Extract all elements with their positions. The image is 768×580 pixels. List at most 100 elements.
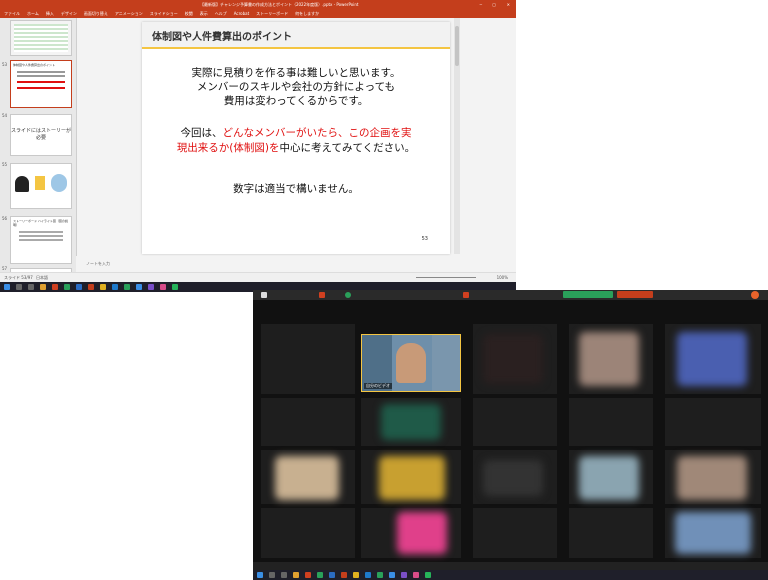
line-icon[interactable] xyxy=(425,572,431,578)
ribbon-tab[interactable]: スライドショー xyxy=(150,9,178,18)
line-icon[interactable] xyxy=(172,284,178,290)
app-icon[interactable] xyxy=(124,284,130,290)
participant-tile[interactable] xyxy=(569,508,653,558)
notes-pane[interactable]: ノートを入力 xyxy=(76,256,516,272)
folder-icon[interactable] xyxy=(293,572,299,578)
ribbon-tab[interactable]: ストーリーボード xyxy=(256,9,288,18)
powerpoint-icon[interactable] xyxy=(88,284,94,290)
participant-tile[interactable] xyxy=(473,324,557,394)
line4-prefix: 今回は、 xyxy=(180,127,223,139)
participant-tile[interactable] xyxy=(569,450,653,504)
participant-tile[interactable] xyxy=(473,450,557,504)
slide-canvas[interactable]: 体制図や人件費算出のポイント 実際に見積りを作る事は難しいと思います。 メンバー… xyxy=(142,22,450,254)
app-icon[interactable] xyxy=(148,284,154,290)
participant-tile[interactable] xyxy=(361,508,461,558)
thumbnail-53[interactable]: 体制図や人件費算出のポイント xyxy=(10,60,72,108)
task-view-icon[interactable] xyxy=(28,284,34,290)
windows-start-icon[interactable] xyxy=(257,572,263,578)
app-icon[interactable] xyxy=(377,572,383,578)
participant-tile[interactable] xyxy=(261,398,355,446)
app-icon[interactable] xyxy=(413,572,419,578)
page-number: 53 xyxy=(421,236,428,242)
ribbon-tab[interactable]: 何をしますか xyxy=(295,9,319,18)
ribbon-tabs: ファイル ホーム 挿入 デザイン 画面切り替え アニメーション スライドショー 校閲 表示 ヘルプ… xyxy=(0,9,516,18)
ribbon-tab[interactable]: 校閲 xyxy=(185,9,193,18)
chrome-icon[interactable] xyxy=(345,292,351,298)
ribbon-tab[interactable]: 挿入 xyxy=(46,9,54,18)
windows-start-icon[interactable] xyxy=(4,284,10,290)
participant-tile[interactable] xyxy=(569,324,653,394)
ribbon-tab[interactable]: ファイル xyxy=(4,9,20,18)
ribbon-tab[interactable]: 画面切り替え xyxy=(84,9,108,18)
ribbon-tab[interactable]: 表示 xyxy=(200,9,208,18)
minimize-icon[interactable]: ─ xyxy=(480,0,482,9)
thumbnail-text: 体制図や人件費算出のポイント xyxy=(13,63,56,67)
participant-tile[interactable] xyxy=(261,324,355,394)
slide-thumbnails-pane[interactable]: 53 体制図や人件費算出のポイント 54 スライドにはストーリーが必要 55 5… xyxy=(0,18,77,276)
search-icon[interactable] xyxy=(269,572,275,578)
participant-tile[interactable] xyxy=(665,450,761,504)
participant-tile[interactable] xyxy=(569,398,653,446)
thumbnail-52[interactable] xyxy=(10,20,72,56)
participant-tile[interactable] xyxy=(473,398,557,446)
gallery-view: 自分のビデオ xyxy=(253,300,768,562)
participant-tile[interactable] xyxy=(665,398,761,446)
line5-suffix: 中心に考えてみてください。 xyxy=(279,142,416,154)
close-icon[interactable]: ✕ xyxy=(507,0,510,9)
app-icon[interactable] xyxy=(261,292,267,298)
app-icon[interactable] xyxy=(52,284,58,290)
folder-icon[interactable] xyxy=(40,284,46,290)
ribbon-tab[interactable]: デザイン xyxy=(61,9,77,18)
app-icon[interactable] xyxy=(136,284,142,290)
app-icon[interactable] xyxy=(160,284,166,290)
participant-tile[interactable] xyxy=(361,450,461,504)
slide-title-bar: 体制図や人件費算出のポイント xyxy=(142,22,450,49)
ribbon-tab[interactable]: ホーム xyxy=(27,9,39,18)
app-icon[interactable] xyxy=(76,284,82,290)
task-view-icon[interactable] xyxy=(281,572,287,578)
self-video-tile[interactable]: 自分のビデオ xyxy=(361,334,461,392)
app-icon[interactable] xyxy=(305,572,311,578)
slide-line-5: 現出来るか(体制図)を中心に考えてみてください。 xyxy=(142,141,450,155)
search-icon[interactable] xyxy=(16,284,22,290)
ribbon-tab[interactable]: アニメーション xyxy=(115,9,143,18)
thumbnail-54[interactable]: スライドにはストーリーが必要 xyxy=(10,114,72,156)
thumbnail-56[interactable]: ストーリーボード ハイライト図（図の説明） xyxy=(10,216,72,264)
participant-tile[interactable] xyxy=(261,450,355,504)
thumbnail-number: 56 xyxy=(2,216,8,221)
participant-tile[interactable] xyxy=(665,324,761,394)
sharing-status-badge[interactable] xyxy=(563,291,613,298)
zoom-icon[interactable] xyxy=(389,572,395,578)
maximize-icon[interactable]: ▢ xyxy=(492,0,496,9)
powerpoint-window: 【最新版】チャレンジ予算書の作成方法とポイント（2022年度版）.pptx - … xyxy=(0,0,516,282)
zoom-slider[interactable] xyxy=(416,277,476,278)
thumbnail-55[interactable] xyxy=(10,163,72,209)
thumbnail-text: ストーリーボード ハイライト図（図の説明） xyxy=(13,219,68,227)
ribbon-tab[interactable]: Acrobat xyxy=(234,9,249,18)
vertical-scrollbar[interactable] xyxy=(454,18,460,254)
avatar[interactable] xyxy=(751,291,759,299)
app-icon[interactable] xyxy=(100,284,106,290)
app-icon[interactable] xyxy=(329,572,335,578)
ribbon-tab[interactable]: ヘルプ xyxy=(215,9,227,18)
app-icon[interactable] xyxy=(353,572,359,578)
app-icon[interactable] xyxy=(317,572,323,578)
app-icon[interactable] xyxy=(64,284,70,290)
video-background xyxy=(432,335,460,391)
recording-badge[interactable] xyxy=(617,291,653,298)
participant-tile[interactable] xyxy=(261,508,355,558)
app-icon[interactable] xyxy=(112,284,118,290)
pdf-icon[interactable] xyxy=(463,292,469,298)
window-title: 【最新版】チャレンジ予算書の作成方法とポイント（2022年度版）.pptx - … xyxy=(200,2,359,7)
powerpoint-icon[interactable] xyxy=(341,572,347,578)
pdf-icon[interactable] xyxy=(319,292,325,298)
participant-tile[interactable] xyxy=(665,508,761,558)
app-icon[interactable] xyxy=(401,572,407,578)
line5-red: 現出来るか(体制図)を xyxy=(176,142,280,154)
app-icon[interactable] xyxy=(365,572,371,578)
participant-tile[interactable] xyxy=(473,508,557,558)
status-bar: スライド 53/97 日本語 100% xyxy=(0,272,516,282)
self-name-label: 自分のビデオ xyxy=(364,383,392,389)
participant-tile[interactable] xyxy=(361,398,461,446)
zoom-top-bar xyxy=(253,290,768,300)
